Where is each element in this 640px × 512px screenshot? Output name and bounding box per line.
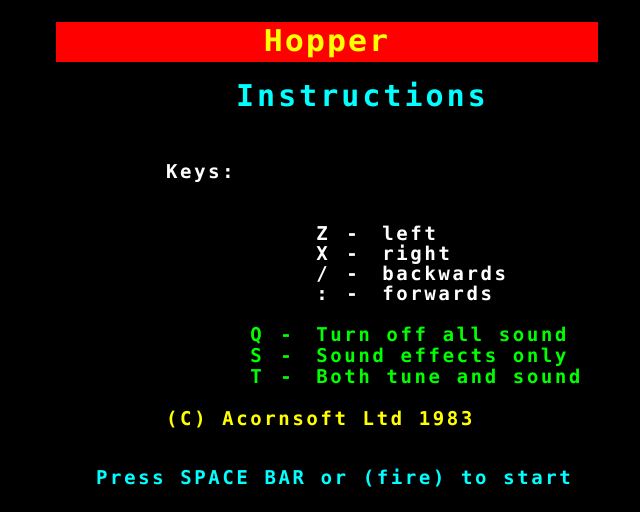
copyright-notice: (C) Acornsoft Ltd 1983 (166, 408, 475, 430)
sound-key-action: Sound effects only (316, 345, 569, 367)
keys-section-label: Keys: (166, 161, 237, 183)
movement-keys-list: Z - left X - right / - backwards : - forwards (232, 204, 509, 304)
title-banner: Hopper (56, 22, 598, 62)
sound-key-separator: - (280, 366, 295, 388)
sound-key-action: Both tune and sound (316, 366, 583, 388)
list-item: : - forwards (232, 264, 509, 304)
list-item: Q - Turn off all sound (166, 304, 583, 346)
sound-key-separator: - (280, 324, 295, 346)
list-item: X - right (232, 224, 509, 264)
list-item: Z - left (232, 204, 509, 244)
key-symbol: : (316, 283, 331, 305)
sound-key-symbol: T (250, 366, 265, 388)
sound-key-symbol: Q (250, 324, 265, 346)
sound-key-symbol: S (250, 345, 265, 367)
game-screen: Hopper Instructions Keys: Z - left X - right… (0, 0, 640, 512)
sound-key-separator: - (280, 345, 295, 367)
list-item: / - backwards (232, 244, 509, 284)
key-action: forwards (382, 283, 495, 305)
key-separator: - (346, 283, 361, 305)
start-prompt[interactable]: Press SPACE BAR or (fire) to start (96, 468, 573, 488)
page-title: Instructions (236, 79, 489, 114)
sound-options-list: Q - Turn off all sound S - Sound effects onl… (166, 304, 583, 388)
sound-key-action: Turn off all sound (316, 324, 569, 346)
game-title: Hopper (263, 24, 391, 59)
